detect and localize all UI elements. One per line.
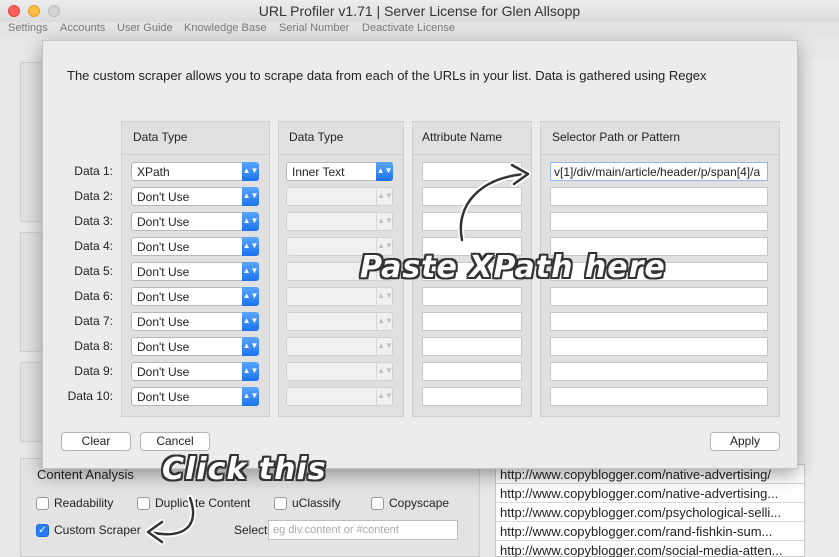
paste-xpath-annotation: Paste XPath here xyxy=(360,250,666,285)
click-this-annotation: Click this xyxy=(162,452,327,487)
